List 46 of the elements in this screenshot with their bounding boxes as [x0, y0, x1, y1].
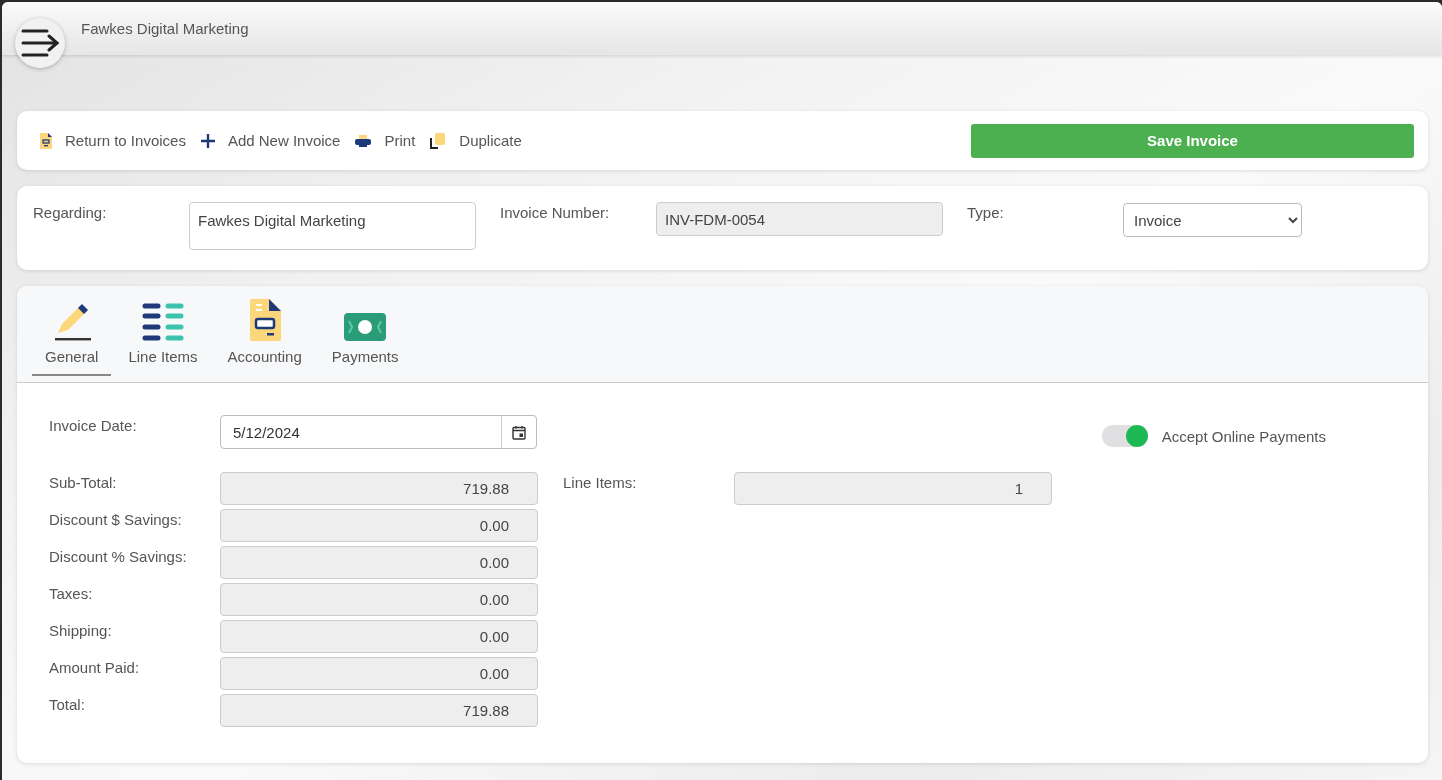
invoice-date-field[interactable]: 5/12/2024	[220, 415, 537, 449]
regarding-field[interactable]: Fawkes Digital Marketing	[189, 202, 476, 250]
toggle-label: Accept Online Payments	[1161, 427, 1326, 445]
field-label: Sub-Total:	[49, 473, 118, 491]
pencil-icon	[52, 303, 91, 341]
field-label: Type:	[967, 204, 1004, 221]
menu-icon	[21, 28, 59, 58]
copy-icon	[429, 131, 448, 150]
printer-icon	[354, 133, 373, 148]
amount-field[interactable]: 0.00	[220, 583, 538, 616]
type-dropdown[interactable]: Invoice	[1123, 203, 1302, 237]
toolbar-link[interactable]: Add New Invoice	[199, 132, 345, 149]
amount-field[interactable]: 719.88	[220, 472, 538, 505]
amount-field[interactable]: 719.88	[220, 694, 538, 727]
field-label: Invoice Date:	[49, 417, 138, 434]
company-title: Fawkes Digital Marketing	[81, 20, 249, 37]
amount-field[interactable]: 0.00	[220, 620, 538, 653]
field-label: Discount $ Savings:	[49, 510, 183, 528]
toggle-switch[interactable]	[1101, 425, 1148, 447]
calendar-icon	[512, 424, 526, 440]
field-label: Discount % Savings:	[49, 547, 188, 565]
field-label: Taxes:	[49, 584, 94, 602]
tab[interactable]: Line Items	[115, 288, 211, 376]
toolbar-link[interactable]: Duplicate	[429, 131, 526, 150]
toolbar-link[interactable]: Return to Invoices	[39, 131, 190, 150]
toolbar-link[interactable]: Print	[354, 132, 420, 149]
list-icon	[141, 303, 184, 341]
document-icon	[248, 299, 281, 341]
field-label: Shipping:	[49, 621, 113, 639]
tab[interactable]: Accounting	[214, 288, 315, 376]
tab[interactable]: General	[32, 288, 112, 376]
line-items-field[interactable]: 1	[734, 472, 1052, 505]
field-label: Invoice Number:	[500, 204, 610, 221]
field-label: Total:	[49, 695, 86, 713]
invoice-number-field[interactable]: INV-FDM-0054	[656, 202, 943, 236]
field-label: Line Items:	[563, 473, 638, 491]
field-label: Regarding:	[33, 204, 107, 221]
amount-field[interactable]: 0.00	[220, 546, 538, 579]
banknote-icon	[344, 313, 387, 341]
document-icon	[39, 131, 53, 150]
plus-icon	[199, 132, 216, 149]
field-label: Amount Paid:	[49, 658, 141, 676]
amount-field[interactable]: 0.00	[220, 509, 538, 542]
menu-button[interactable]	[15, 18, 65, 68]
tab[interactable]: Payments	[318, 288, 412, 376]
amount-field[interactable]: 0.00	[220, 657, 538, 690]
